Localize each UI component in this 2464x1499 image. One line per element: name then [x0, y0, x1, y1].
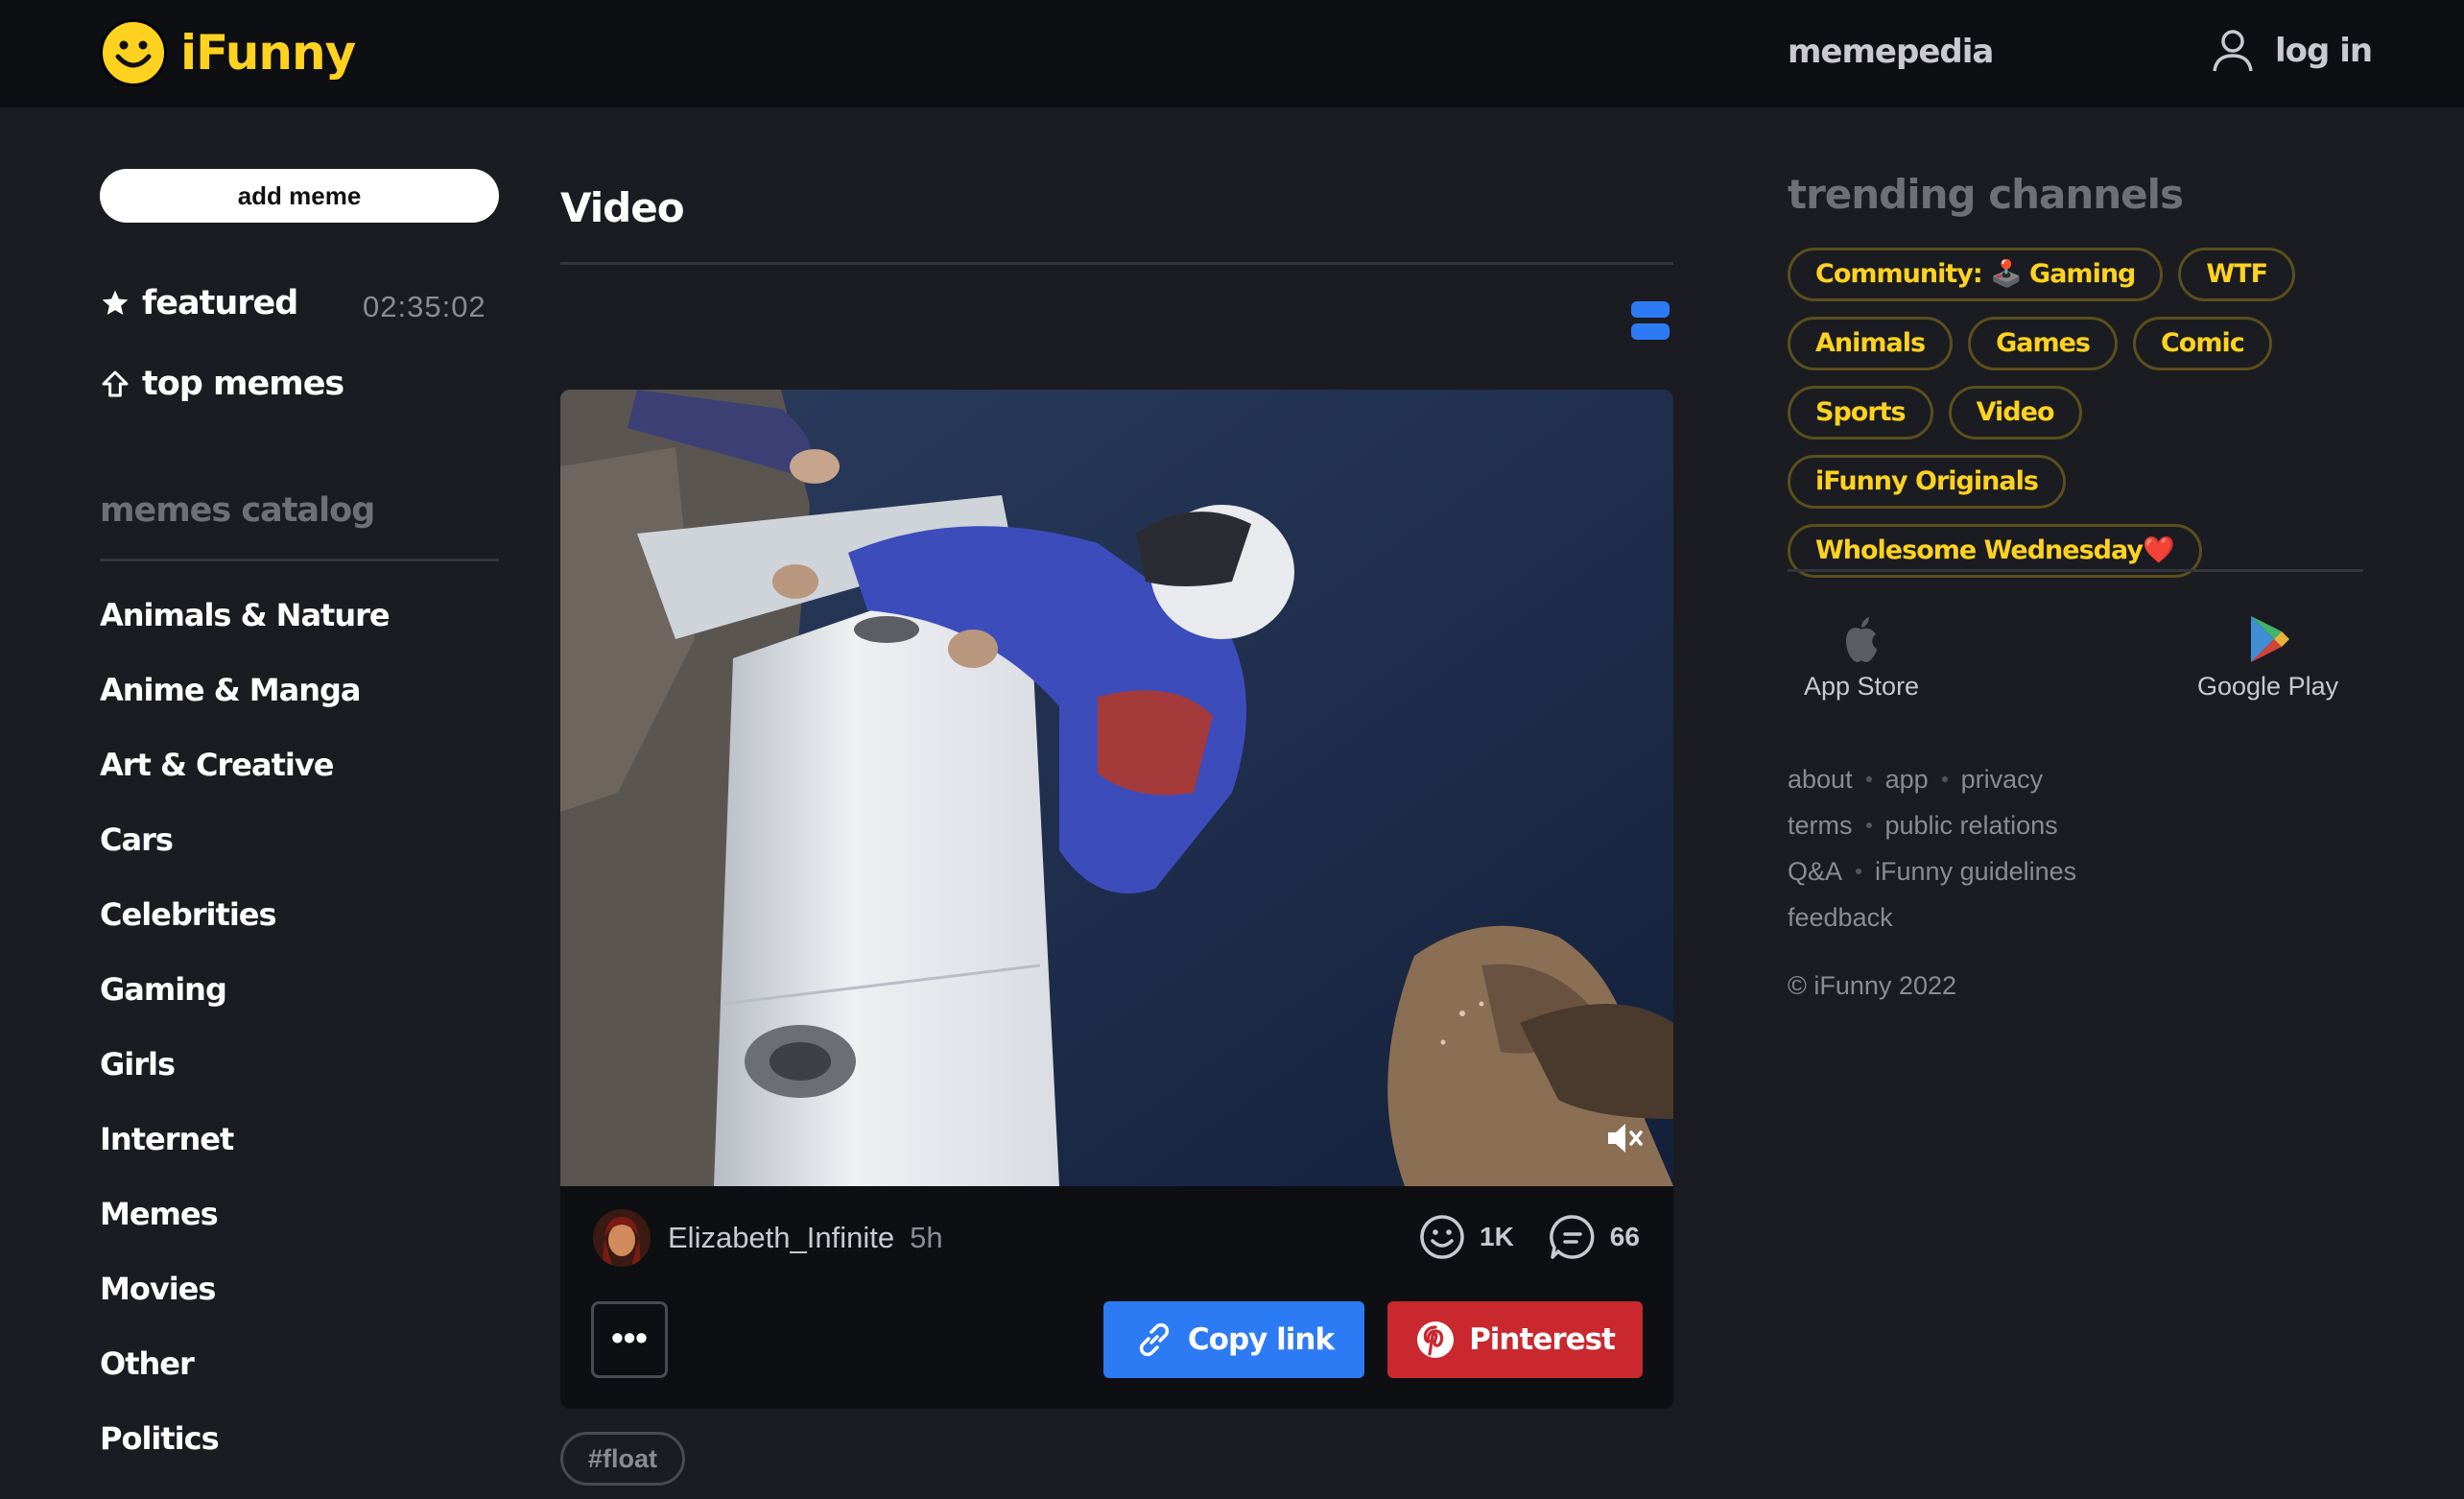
footer-link-feedback[interactable]: feedback	[1788, 903, 1893, 933]
google-play-label: Google Play	[2197, 672, 2339, 701]
nav-featured[interactable]: featured	[100, 284, 298, 322]
divider	[1788, 569, 2363, 572]
footer-link-public-relations[interactable]: public relations	[1885, 811, 2058, 841]
user-icon	[2213, 30, 2253, 72]
separator-dot	[1865, 822, 1872, 828]
login-button[interactable]: log in	[2212, 29, 2373, 73]
catalog-item-celebrities[interactable]: Celebrities	[100, 896, 390, 971]
channel-chip-games[interactable]: Games	[1968, 317, 2118, 370]
catalog-list: Animals & Nature Anime & Manga Art & Cre…	[100, 597, 391, 1495]
channel-chip-ifunny-originals[interactable]: iFunny Originals	[1788, 455, 2066, 509]
comment-count: 66	[1609, 1222, 1640, 1251]
footer-link-qa[interactable]: Q&A	[1788, 857, 1842, 887]
app-store-label: App Store	[1804, 672, 1920, 701]
catalog-item-girls[interactable]: Girls	[100, 1046, 390, 1121]
smile-count: 1K	[1480, 1222, 1514, 1251]
author-name[interactable]: Elizabeth_Infinite	[668, 1221, 894, 1255]
login-label: log in	[2275, 32, 2373, 70]
separator-dot	[1856, 868, 1862, 874]
catalog-item-cars[interactable]: Cars	[100, 821, 390, 896]
comment-icon[interactable]	[1549, 1213, 1597, 1261]
nav-top-memes-label: top memes	[142, 365, 344, 403]
logo[interactable]: iFunny	[100, 19, 356, 86]
app-store-link[interactable]: App Store	[1804, 614, 1919, 702]
footer-links: about app privacy terms public relations…	[1788, 756, 2076, 940]
post-stats: 1K 66	[1418, 1213, 1673, 1261]
channel-chip-community-gaming[interactable]: Community: 🕹️ Gaming	[1788, 248, 2164, 301]
trending-channels-title: trending channels	[1788, 171, 2184, 218]
separator-dot	[1865, 776, 1872, 782]
pinterest-icon	[1417, 1321, 1455, 1358]
catalog-item-politics[interactable]: Politics	[100, 1420, 390, 1495]
smiley-logo-icon	[100, 19, 167, 86]
footer-link-about[interactable]: about	[1788, 765, 1853, 795]
avatar[interactable]	[593, 1209, 651, 1267]
catalog-item-other[interactable]: Other	[100, 1345, 390, 1420]
apple-icon	[1846, 617, 1878, 662]
channel-chip-comic[interactable]: Comic	[2132, 317, 2272, 370]
catalog-item-anime-manga[interactable]: Anime & Manga	[100, 672, 390, 747]
divider	[560, 262, 1673, 265]
featured-timer: 02:35:02	[363, 290, 486, 323]
mute-icon[interactable]	[1604, 1119, 1647, 1157]
video-player[interactable]	[560, 390, 1673, 1186]
nav-featured-label: featured	[142, 284, 298, 322]
footer-link-guidelines[interactable]: iFunny guidelines	[1875, 857, 2076, 887]
channel-chip-wtf[interactable]: WTF	[2178, 248, 2296, 301]
footer-link-terms[interactable]: terms	[1788, 811, 1853, 841]
nav-top-memes[interactable]: top memes	[100, 365, 344, 403]
tag-float[interactable]: #float	[560, 1432, 686, 1486]
copy-link-button[interactable]: Copy link	[1103, 1301, 1364, 1378]
copy-link-label: Copy link	[1187, 1322, 1335, 1357]
logo-text: iFunny	[180, 25, 356, 81]
catalog-item-gaming[interactable]: Gaming	[100, 971, 390, 1046]
catalog-item-movies[interactable]: Movies	[100, 1271, 390, 1345]
smile-icon[interactable]	[1418, 1213, 1466, 1261]
channel-chip-sports[interactable]: Sports	[1788, 386, 1933, 440]
add-meme-button[interactable]: add meme	[100, 169, 499, 223]
pinterest-share-button[interactable]: Pinterest	[1387, 1301, 1643, 1378]
channel-chip-video[interactable]: Video	[1948, 386, 2082, 440]
page-title: Video	[560, 184, 685, 231]
channel-chip-animals[interactable]: Animals	[1788, 317, 1954, 370]
top-header: iFunny memepedia log in	[0, 0, 2464, 107]
copyright: © iFunny 2022	[1788, 971, 1957, 1000]
divider	[100, 559, 499, 561]
separator-dot	[1941, 776, 1948, 782]
catalog-item-internet[interactable]: Internet	[100, 1121, 390, 1196]
catalog-item-art-creative[interactable]: Art & Creative	[100, 747, 390, 821]
more-options-button[interactable]: •••	[591, 1301, 668, 1378]
google-play-link[interactable]: Google Play	[2197, 614, 2338, 702]
post-author[interactable]: Elizabeth_Infinite 5h	[593, 1209, 943, 1267]
catalog-item-memes[interactable]: Memes	[100, 1196, 390, 1271]
star-icon	[102, 290, 129, 315]
pinterest-label: Pinterest	[1469, 1322, 1616, 1357]
footer-link-privacy[interactable]: privacy	[1961, 765, 2044, 795]
view-toggle-icon[interactable]	[1631, 301, 1670, 340]
google-play-icon	[2250, 616, 2289, 662]
trending-channels-list: Community: 🕹️ Gaming WTF Animals Games C…	[1788, 248, 2363, 593]
memepedia-link[interactable]: memepedia	[1788, 33, 1994, 71]
footer-link-app[interactable]: app	[1885, 765, 1929, 795]
memes-catalog-title: memes catalog	[100, 491, 375, 530]
catalog-item-animals-nature[interactable]: Animals & Nature	[100, 597, 391, 672]
meme-post: Elizabeth_Infinite 5h 1K 66 ••• Copy lin…	[560, 390, 1673, 1409]
video-frame-image	[560, 390, 1673, 1186]
link-icon	[1139, 1322, 1170, 1357]
arrow-up-icon	[102, 370, 129, 397]
post-time: 5h	[910, 1221, 943, 1254]
